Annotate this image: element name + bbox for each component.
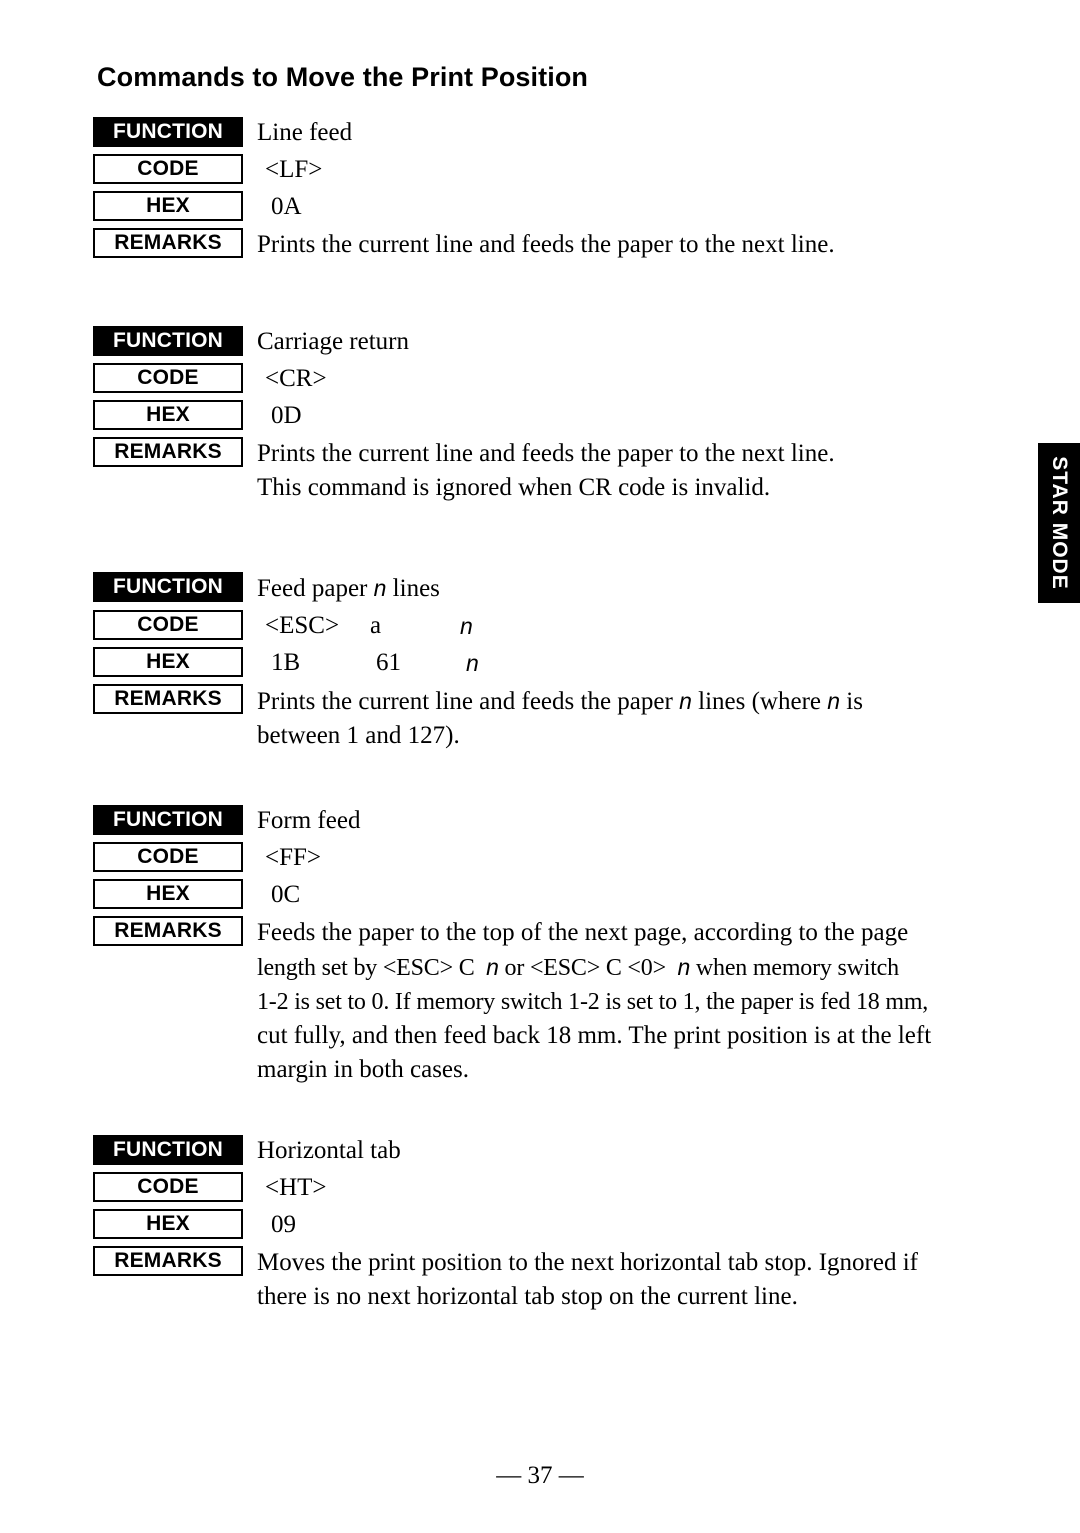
command-block-line-feed: FUNCTION Line feed CODE <LF> HEX 0A REMA… xyxy=(93,117,998,267)
function-row: FUNCTION Carriage return xyxy=(93,326,998,358)
remarks-row: REMARKS Prints the current line and feed… xyxy=(93,228,998,262)
side-tab-star-mode: STAR MODE xyxy=(1038,443,1080,603)
remarks-label: REMARKS xyxy=(93,228,243,258)
code-value: <HT> xyxy=(265,1174,327,1201)
remarks-label: REMARKS xyxy=(93,684,243,714)
code-value: <ESC> a n xyxy=(243,610,998,642)
remarks-value: Prints the current line and feeds the pa… xyxy=(257,231,835,258)
hex-part-2: 61 xyxy=(376,649,401,676)
remarks-line: cut fully, and then feed back 18 mm. The… xyxy=(257,1022,932,1049)
code-row: CODE <LF> xyxy=(93,154,998,186)
hex-value: 0D xyxy=(271,402,302,429)
function-label: FUNCTION xyxy=(93,117,243,147)
function-label: FUNCTION xyxy=(93,805,243,835)
code-row: CODE <ESC> a n xyxy=(93,610,998,642)
function-value: Carriage return xyxy=(257,328,410,355)
hex-value: 09 xyxy=(271,1211,296,1238)
remarks-row: REMARKS Feeds the paper to the top of th… xyxy=(93,916,998,1087)
remarks-line: margin in both cases. xyxy=(257,1056,469,1083)
remarks-line: between 1 and 127). xyxy=(257,722,460,749)
page-title: Commands to Move the Print Position xyxy=(97,62,589,92)
function-row: FUNCTION Horizontal tab xyxy=(93,1135,998,1167)
code-value: <FF> xyxy=(265,844,322,871)
hex-label: HEX xyxy=(93,879,243,909)
remarks-block: Moves the print position to the next hor… xyxy=(243,1246,918,1314)
remarks-block: Prints the current line and feeds the pa… xyxy=(243,684,863,753)
remarks-label: REMARKS xyxy=(93,1246,243,1276)
code-value: <CR> xyxy=(265,365,327,392)
remarks-line: Prints the current line and feeds the pa… xyxy=(257,688,863,715)
remarks-line: Moves the print position to the next hor… xyxy=(257,1249,918,1276)
hex-part-1: 1B xyxy=(271,649,301,676)
function-row: FUNCTION Feed paper n lines xyxy=(93,572,998,605)
command-block-form-feed: FUNCTION Form feed CODE <FF> HEX 0C REMA… xyxy=(93,805,998,1092)
hex-part-3: n xyxy=(466,650,479,676)
function-value: Form feed xyxy=(257,807,361,834)
remarks-row: REMARKS Prints the current line and feed… xyxy=(93,684,998,753)
hex-row: HEX 0D xyxy=(93,400,998,432)
function-row: FUNCTION Line feed xyxy=(93,117,998,149)
remarks-line: length set by <ESC> C n or <ESC> C <0> n… xyxy=(257,954,899,981)
remarks-line: Prints the current line and feeds the pa… xyxy=(257,440,835,467)
code-label: CODE xyxy=(93,363,243,393)
param-n: n xyxy=(486,954,499,980)
remarks-line: there is no next horizontal tab stop on … xyxy=(257,1283,798,1310)
code-value: <LF> xyxy=(265,156,323,183)
function-label: FUNCTION xyxy=(93,326,243,356)
param-n: n xyxy=(827,688,841,714)
remarks-block: Feeds the paper to the top of the next p… xyxy=(243,916,931,1087)
hex-row: HEX 0A xyxy=(93,191,998,223)
remarks-line: Feeds the paper to the top of the next p… xyxy=(257,919,909,946)
remarks-label: REMARKS xyxy=(93,916,243,946)
hex-row: HEX 09 xyxy=(93,1209,998,1241)
code-row: CODE <CR> xyxy=(93,363,998,395)
param-n: n xyxy=(679,688,692,714)
page-footer: — 37 — xyxy=(496,1462,584,1489)
code-part-1: <ESC> xyxy=(265,612,340,639)
hex-value: 0C xyxy=(271,881,301,908)
remarks-block: Prints the current line and feeds the pa… xyxy=(243,437,835,505)
code-label: CODE xyxy=(93,842,243,872)
code-label: CODE xyxy=(93,1172,243,1202)
hex-label: HEX xyxy=(93,1209,243,1239)
remarks-row: REMARKS Prints the current line and feed… xyxy=(93,437,998,505)
hex-value: 1B 61 n xyxy=(243,647,998,679)
function-label: FUNCTION xyxy=(93,572,243,602)
code-part-2: a xyxy=(370,612,382,639)
remarks-line: This command is ignored when CR code is … xyxy=(257,474,771,501)
function-row: FUNCTION Form feed xyxy=(93,805,998,837)
function-value: Feed paper n lines xyxy=(257,575,440,602)
command-block-horizontal-tab: FUNCTION Horizontal tab CODE <HT> HEX 09… xyxy=(93,1135,998,1319)
hex-label: HEX xyxy=(93,400,243,430)
hex-row: HEX 0C xyxy=(93,879,998,911)
param-n: n xyxy=(677,954,691,980)
function-value: Horizontal tab xyxy=(257,1137,401,1164)
command-block-carriage-return: FUNCTION Carriage return CODE <CR> HEX 0… xyxy=(93,326,998,510)
side-tab-label: STAR MODE xyxy=(1048,456,1071,590)
command-block-feed-paper-n-lines: FUNCTION Feed paper n lines CODE <ESC> a… xyxy=(93,572,998,758)
code-label: CODE xyxy=(93,154,243,184)
code-part-3: n xyxy=(460,613,473,639)
param-n: n xyxy=(373,575,387,601)
function-value: Line feed xyxy=(257,119,353,146)
function-label: FUNCTION xyxy=(93,1135,243,1165)
hex-value: 0A xyxy=(271,193,302,220)
code-label: CODE xyxy=(93,610,243,640)
remarks-line: 1-2 is set to 0. If memory switch 1-2 is… xyxy=(257,989,929,1015)
hex-row: HEX 1B 61 n xyxy=(93,647,998,679)
remarks-row: REMARKS Moves the print position to the … xyxy=(93,1246,998,1314)
code-row: CODE <FF> xyxy=(93,842,998,874)
document-page: Commands to Move the Print Position STAR… xyxy=(0,0,1080,1533)
code-row: CODE <HT> xyxy=(93,1172,998,1204)
hex-label: HEX xyxy=(93,191,243,221)
hex-label: HEX xyxy=(93,647,243,677)
remarks-label: REMARKS xyxy=(93,437,243,467)
